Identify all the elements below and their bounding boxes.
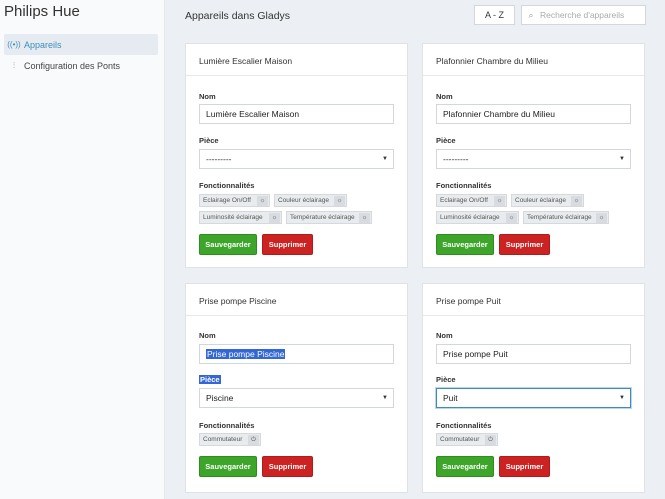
delete-button[interactable]: Supprimer	[262, 456, 313, 477]
card-title: Plafonnier Chambre du Milieu	[423, 44, 644, 76]
save-button[interactable]: Sauvegarder	[199, 456, 257, 477]
card-title: Prise pompe Puit	[423, 284, 644, 316]
feature-tag: Luminosité éclairage ☼	[436, 211, 519, 224]
broadcast-icon: ((•))	[7, 40, 21, 49]
power-icon[interactable]: ⏻	[248, 435, 259, 445]
light-icon[interactable]: ☼	[334, 196, 345, 206]
light-icon[interactable]: ☼	[359, 213, 370, 223]
save-button[interactable]: Sauvegarder	[436, 456, 494, 477]
chevron-down-icon: ▼	[619, 156, 625, 162]
light-icon[interactable]: ☼	[506, 213, 517, 223]
delete-button[interactable]: Supprimer	[262, 234, 313, 255]
room-select[interactable]: --------- ▼	[199, 149, 394, 169]
feature-tag: Eclairage On/Off ☼	[436, 194, 507, 207]
room-select[interactable]: Puit ▼	[436, 388, 631, 408]
feature-tag: Température éclairage ☼	[286, 211, 372, 224]
name-input[interactable]: Lumière Escalier Maison	[199, 104, 394, 124]
card-title: Lumière Escalier Maison	[186, 44, 407, 76]
device-card: Prise pompe Piscine Nom Prise pompe Pisc…	[185, 283, 408, 493]
features-label: Fonctionnalités	[199, 181, 255, 190]
room-select-value: ---------	[443, 154, 469, 164]
feature-tag: Commutateur ⏻	[436, 433, 498, 446]
main-content: Appareils dans Gladys A - Z ⌕ Lumière Es…	[171, 0, 665, 499]
page-title: Appareils dans Gladys	[185, 10, 291, 22]
light-icon[interactable]: ☼	[269, 213, 280, 223]
delete-button[interactable]: Supprimer	[499, 456, 550, 477]
room-select[interactable]: Piscine ▼	[199, 388, 394, 408]
save-button[interactable]: Sauvegarder	[199, 234, 257, 255]
power-icon[interactable]: ⏻	[485, 435, 496, 445]
light-icon[interactable]: ☼	[571, 196, 582, 206]
name-input-selected-text: Prise pompe Piscine	[206, 349, 286, 359]
brand-title: Philips Hue	[4, 3, 80, 20]
name-input[interactable]: Prise pompe Puit	[436, 344, 631, 364]
name-label: Nom	[436, 331, 453, 340]
room-select-value: Piscine	[206, 393, 234, 403]
sidebar-item-devices[interactable]: ((•)) Appareils	[4, 34, 158, 55]
device-card: Plafonnier Chambre du Milieu Nom Plafonn…	[422, 43, 645, 268]
light-icon[interactable]: ☼	[494, 196, 505, 206]
name-label: Nom	[199, 331, 216, 340]
feature-tag: Température éclairage ☼	[523, 211, 609, 224]
room-select[interactable]: --------- ▼	[436, 149, 631, 169]
feature-tag: Commutateur ⏻	[199, 433, 261, 446]
features-label: Fonctionnalités	[436, 181, 492, 190]
feature-tag: Luminosité éclairage ☼	[199, 211, 282, 224]
light-icon[interactable]: ☼	[257, 196, 268, 206]
room-select-value: Puit	[443, 393, 458, 403]
room-label: Pièce	[199, 375, 221, 384]
name-input[interactable]: Plafonnier Chambre du Milieu	[436, 104, 631, 124]
sidebar-item-bridges[interactable]: ⫶ Configuration des Ponts	[4, 55, 158, 76]
features-label: Fonctionnalités	[436, 421, 492, 430]
room-label: Pièce	[199, 136, 219, 145]
room-select-value: ---------	[206, 154, 232, 164]
delete-button[interactable]: Supprimer	[499, 234, 550, 255]
sidebar-item-label: Appareils	[24, 39, 62, 50]
features-label: Fonctionnalités	[199, 421, 255, 430]
chevron-down-icon: ▼	[619, 395, 625, 401]
search-box: ⌕	[521, 5, 646, 25]
sort-button[interactable]: A - Z	[474, 5, 515, 25]
name-input[interactable]: Prise pompe Piscine	[199, 344, 394, 364]
feature-tag: Couleur éclairage ☼	[274, 194, 347, 207]
feature-tag: Couleur éclairage ☼	[511, 194, 584, 207]
chevron-down-icon: ▼	[382, 395, 388, 401]
sliders-icon: ⫶	[13, 60, 15, 70]
light-icon[interactable]: ☼	[596, 213, 607, 223]
save-button[interactable]: Sauvegarder	[436, 234, 494, 255]
search-icon: ⌕	[528, 9, 534, 20]
chevron-down-icon: ▼	[382, 156, 388, 162]
search-input[interactable]	[540, 10, 640, 20]
card-title: Prise pompe Piscine	[186, 284, 407, 316]
device-card: Prise pompe Puit Nom Prise pompe Puit Pi…	[422, 283, 645, 493]
device-card: Lumière Escalier Maison Nom Lumière Esca…	[185, 43, 408, 268]
feature-tag: Eclairage On/Off ☼	[199, 194, 270, 207]
sidebar: Philips Hue ((•)) Appareils ⫶ Configurat…	[0, 0, 165, 499]
name-label: Nom	[436, 92, 453, 101]
room-label: Pièce	[436, 375, 456, 384]
sidebar-item-label: Configuration des Ponts	[24, 60, 121, 71]
room-label: Pièce	[436, 136, 456, 145]
name-label: Nom	[199, 92, 216, 101]
